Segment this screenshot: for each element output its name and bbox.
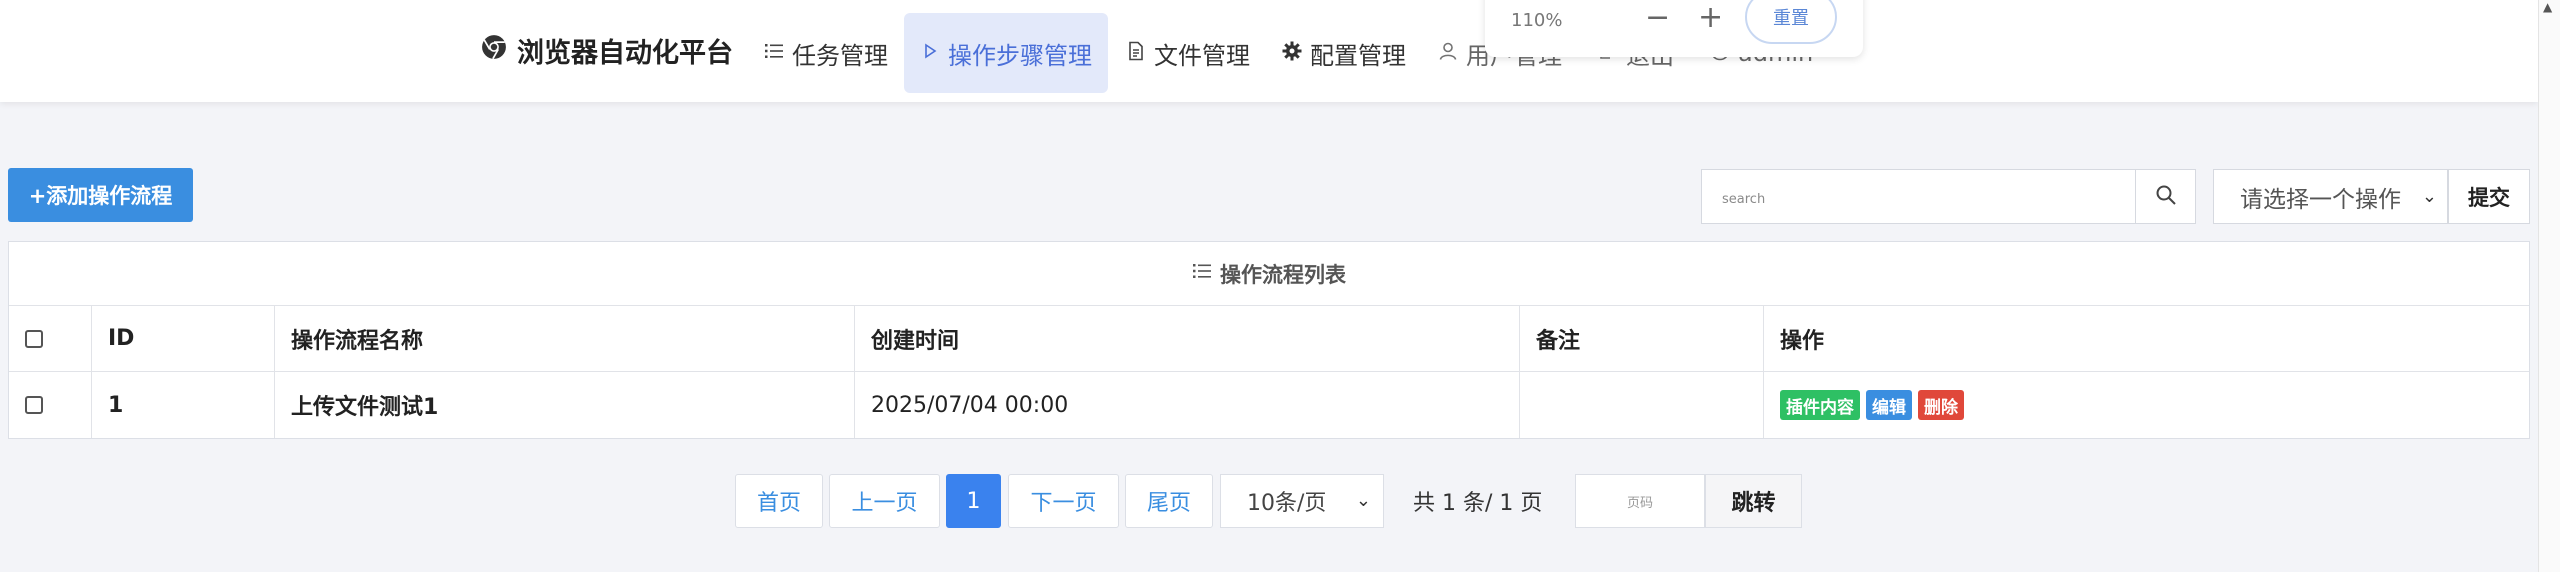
operation-select-value: 请选择一个操作 <box>2240 186 2401 213</box>
nav-item-files[interactable]: 文件管理 <box>1110 13 1266 93</box>
page-number-input[interactable]: 页码 <box>1575 474 1705 528</box>
chrome-logo-icon <box>481 34 507 67</box>
select-all-checkbox[interactable] <box>25 329 43 348</box>
file-icon <box>1126 39 1146 67</box>
list-icon <box>1192 261 1212 286</box>
header-select-all <box>9 306 92 371</box>
brand[interactable]: 浏览器自动化平台 <box>481 30 733 70</box>
cell-created: 2025/07/04 00:00 <box>855 372 1520 438</box>
table-row: 1 上传文件测试1 2025/07/04 00:00 插件内容 编辑 删除 <box>9 372 2529 438</box>
nav-item-tasks[interactable]: 任务管理 <box>748 13 904 93</box>
row-select <box>9 372 92 438</box>
nav-item-steps[interactable]: 操作步骤管理 <box>904 13 1108 93</box>
nav-label: 配置管理 <box>1310 41 1406 70</box>
operation-select[interactable]: 请选择一个操作 ⌄ <box>2213 169 2448 224</box>
play-icon <box>920 39 940 67</box>
header-id: ID <box>92 306 275 371</box>
search-icon <box>2154 183 2178 211</box>
flow-table: 操作流程列表 ID 操作流程名称 创建时间 备注 操作 1 上传文件测试1 20… <box>8 241 2530 439</box>
current-page-button[interactable]: 1 <box>946 474 1001 528</box>
table-header-row: ID 操作流程名称 创建时间 备注 操作 <box>9 306 2529 372</box>
zoom-level: 110% <box>1511 10 1563 31</box>
page-size-value: 10条/页 <box>1247 491 1327 516</box>
add-flow-button[interactable]: +添加操作流程 <box>8 168 193 222</box>
next-page-button[interactable]: 下一页 <box>1008 474 1119 528</box>
last-page-button[interactable]: 尾页 <box>1125 474 1213 528</box>
edit-button[interactable]: 编辑 <box>1866 390 1912 420</box>
zoom-reset-button[interactable]: 重置 <box>1745 0 1837 44</box>
cell-id: 1 <box>92 372 275 438</box>
scroll-up-icon[interactable]: ▲ <box>2543 0 2552 14</box>
cell-name: 上传文件测试1 <box>275 372 855 438</box>
header-created: 创建时间 <box>855 306 1520 371</box>
cell-actions: 插件内容 编辑 删除 <box>1764 372 2531 438</box>
vertical-scrollbar[interactable] <box>2538 0 2560 572</box>
plugin-content-button[interactable]: 插件内容 <box>1780 390 1860 420</box>
gear-icon <box>1282 39 1302 67</box>
nav-label: 文件管理 <box>1154 41 1250 70</box>
header-actions: 操作 <box>1780 328 1825 354</box>
jump-button[interactable]: 跳转 <box>1705 474 1802 528</box>
nav-label: 任务管理 <box>792 41 888 70</box>
nav-item-config[interactable]: 配置管理 <box>1266 13 1422 93</box>
table-caption-text: 操作流程列表 <box>1220 262 1346 287</box>
zoom-in-button[interactable]: + <box>1698 0 1723 35</box>
header-note: 备注 <box>1520 306 1764 371</box>
zoom-out-button[interactable]: − <box>1645 0 1670 35</box>
top-nav-bar: 浏览器自动化平台 任务管理 操作步骤管理 文件管理 配置管理 用户管理 退出 a… <box>0 0 2538 102</box>
zoom-popup: 110% − + 重置 <box>1485 0 1863 57</box>
list-icon <box>764 39 784 67</box>
chevron-down-icon: ⌄ <box>1355 490 1371 511</box>
page-size-select[interactable]: 10条/页 ⌄ <box>1220 474 1384 528</box>
header-name: 操作流程名称 <box>275 306 855 371</box>
brand-title: 浏览器自动化平台 <box>517 37 733 69</box>
submit-button[interactable]: 提交 <box>2448 169 2530 224</box>
nav-label: 操作步骤管理 <box>948 41 1092 70</box>
row-checkbox[interactable] <box>25 396 43 414</box>
search-input[interactable]: search <box>1701 169 2135 224</box>
chevron-down-icon: ⌄ <box>2421 186 2437 207</box>
pagination-info: 共 1 条/ 1 页 <box>1413 491 1543 516</box>
first-page-button[interactable]: 首页 <box>735 474 823 528</box>
delete-button[interactable]: 删除 <box>1918 390 1964 420</box>
prev-page-button[interactable]: 上一页 <box>829 474 940 528</box>
user-icon <box>1438 39 1458 67</box>
table-caption: 操作流程列表 <box>9 242 2529 306</box>
search-button[interactable] <box>2135 169 2196 224</box>
cell-note <box>1520 372 1764 438</box>
